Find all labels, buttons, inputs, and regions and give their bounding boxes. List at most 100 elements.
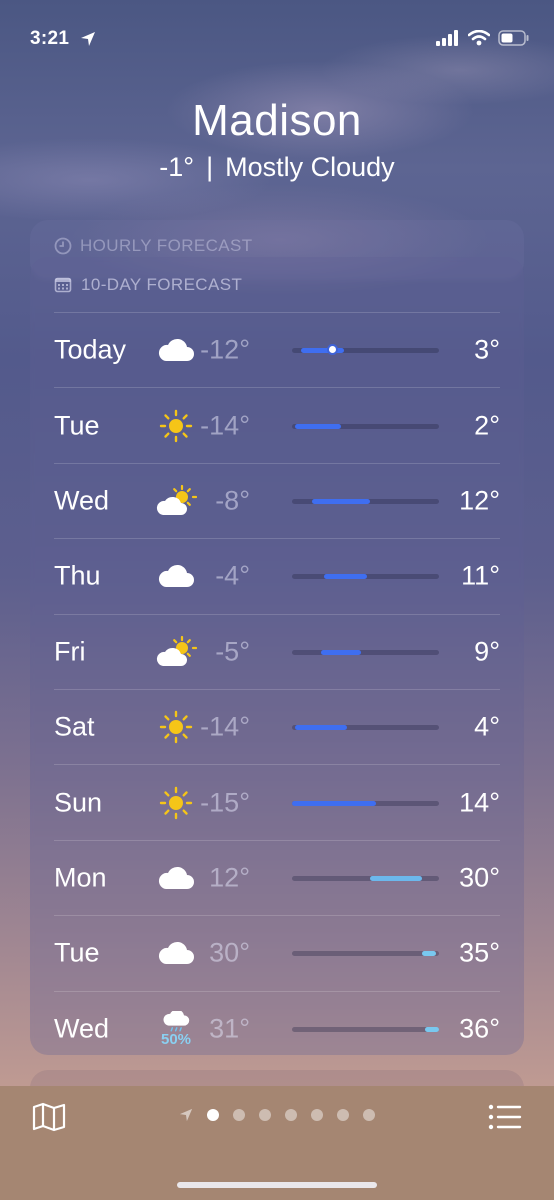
forecast-high: 30° <box>459 862 500 893</box>
forecast-row[interactable]: Fri -5° 9° <box>54 613 500 689</box>
forecast-row[interactable]: Tue 30° 35° <box>54 915 500 990</box>
temperature-range-fill <box>320 649 362 655</box>
forecast-high: 4° <box>474 711 500 742</box>
forecast-high: 2° <box>474 410 500 441</box>
forecast-day: Tue <box>54 937 100 968</box>
location-header: Madison -1° | Mostly Cloudy <box>0 96 554 183</box>
forecast-low: -8° <box>215 485 250 516</box>
temperature-range-fill <box>294 423 341 429</box>
home-indicator[interactable] <box>177 1182 377 1188</box>
temperature-range-bar <box>292 800 439 806</box>
sun-icon <box>156 408 196 444</box>
page-dot[interactable] <box>311 1109 323 1121</box>
forecast-day: Sat <box>54 711 95 742</box>
forecast-day: Mon <box>54 862 107 893</box>
hourly-forecast-header: HOURLY FORECAST <box>54 236 253 256</box>
current-conditions: -1° | Mostly Cloudy <box>0 152 554 183</box>
page-dot[interactable] <box>207 1109 219 1121</box>
battery-icon <box>498 30 529 46</box>
status-bar: 3:21 <box>0 28 554 54</box>
forecast-low: -15° <box>200 787 250 818</box>
forecast-day: Thu <box>54 560 101 591</box>
location-services-icon <box>80 31 96 52</box>
temperature-range-fill <box>323 574 367 580</box>
forecast-high: 11° <box>461 560 500 591</box>
page-dot[interactable] <box>337 1109 349 1121</box>
forecast-low: 12° <box>209 862 250 893</box>
temperature-range-bar <box>292 1026 439 1032</box>
calendar-icon <box>54 277 72 293</box>
forecast-high: 3° <box>474 334 500 365</box>
forecast-high: 9° <box>474 636 500 667</box>
city-name: Madison <box>192 96 362 145</box>
forecast-row[interactable]: Sun -15° 14° <box>54 764 500 839</box>
forecast-row[interactable]: Tue -14° 2° <box>54 387 500 462</box>
cloud-icon <box>156 332 196 368</box>
condition-text: Mostly Cloudy <box>225 152 395 182</box>
cellular-signal-icon <box>436 30 458 46</box>
temperature-range-fill <box>294 725 347 731</box>
current-temperature: -1° <box>159 152 195 182</box>
forecast-rows: Today -12° 3° Tue -14° 2° Wed -8° 12° Thu -4° 11° Fr… <box>30 312 524 1066</box>
cloud-icon <box>156 558 196 594</box>
forecast-row[interactable]: Wed 50% 31° 36° <box>54 990 500 1066</box>
forecast-low: -5° <box>215 636 250 667</box>
forecast-low: 30° <box>209 937 250 968</box>
conditions-separator: | <box>206 152 214 182</box>
temperature-range-bar <box>292 423 439 429</box>
temperature-range-bar <box>292 346 439 354</box>
temperature-range-bar <box>292 875 439 881</box>
forecast-low: -12° <box>200 334 250 365</box>
partly-cloudy-icon <box>156 634 197 670</box>
page-dot[interactable] <box>363 1109 375 1121</box>
forecast-day: Tue <box>54 410 100 441</box>
temperature-range-bar <box>292 725 439 731</box>
sun-icon <box>156 785 196 821</box>
forecast-day: Wed <box>54 485 110 516</box>
forecast-low: -14° <box>200 711 250 742</box>
temperature-range-bar <box>292 951 439 957</box>
forecast-row[interactable]: Thu -4° 11° <box>54 538 500 613</box>
bottom-toolbar <box>0 1086 554 1200</box>
rain-cloud-icon: 50% <box>156 1010 196 1048</box>
page-indicator[interactable] <box>0 1108 554 1122</box>
ten-day-forecast-title: 10-DAY FORECAST <box>81 275 243 294</box>
temperature-range-bar <box>292 574 439 580</box>
forecast-day: Today <box>54 334 127 365</box>
temperature-range-fill <box>292 800 376 806</box>
temperature-range-fill <box>312 498 370 504</box>
forecast-low: -14° <box>200 410 250 441</box>
page-dot[interactable] <box>285 1109 297 1121</box>
temperature-range-bar <box>292 649 439 655</box>
forecast-row[interactable]: Wed -8° 12° <box>54 462 500 538</box>
forecast-row[interactable]: Today -12° 3° <box>54 312 500 387</box>
list-icon[interactable] <box>488 1104 522 1135</box>
forecast-high: 14° <box>459 787 500 818</box>
temperature-range-fill <box>424 1026 439 1032</box>
temperature-range-bar <box>292 498 439 504</box>
forecast-high: 12° <box>459 485 500 516</box>
temperature-range-fill <box>421 951 437 957</box>
forecast-day: Fri <box>54 636 86 667</box>
status-icons <box>436 30 530 46</box>
temperature-range-fill <box>369 875 422 881</box>
precipitation-chance: 50% <box>160 1030 192 1048</box>
sun-icon <box>156 709 196 745</box>
location-arrow-icon <box>179 1108 193 1122</box>
forecast-row[interactable]: Sat -14° 4° <box>54 688 500 764</box>
temperature-range-fill <box>300 348 344 354</box>
forecast-row[interactable]: Mon 12° 30° <box>54 839 500 915</box>
cloud-icon <box>156 860 196 896</box>
forecast-day: Wed <box>54 1013 110 1044</box>
ten-day-forecast-header: 10-DAY FORECAST <box>54 275 242 295</box>
page-dot[interactable] <box>259 1109 271 1121</box>
partly-cloudy-icon <box>156 483 197 519</box>
status-time: 3:21 <box>30 28 70 49</box>
hourly-forecast-title: HOURLY FORECAST <box>80 236 253 255</box>
forecast-high: 35° <box>459 937 500 968</box>
cloud-icon <box>156 935 196 971</box>
page-dot[interactable] <box>233 1109 245 1121</box>
clock-icon <box>54 237 72 255</box>
ten-day-forecast-card[interactable]: 10-DAY FORECAST Today -12° 3° Tue -14° 2° Wed -… <box>30 257 524 1055</box>
forecast-low: -4° <box>215 560 250 591</box>
